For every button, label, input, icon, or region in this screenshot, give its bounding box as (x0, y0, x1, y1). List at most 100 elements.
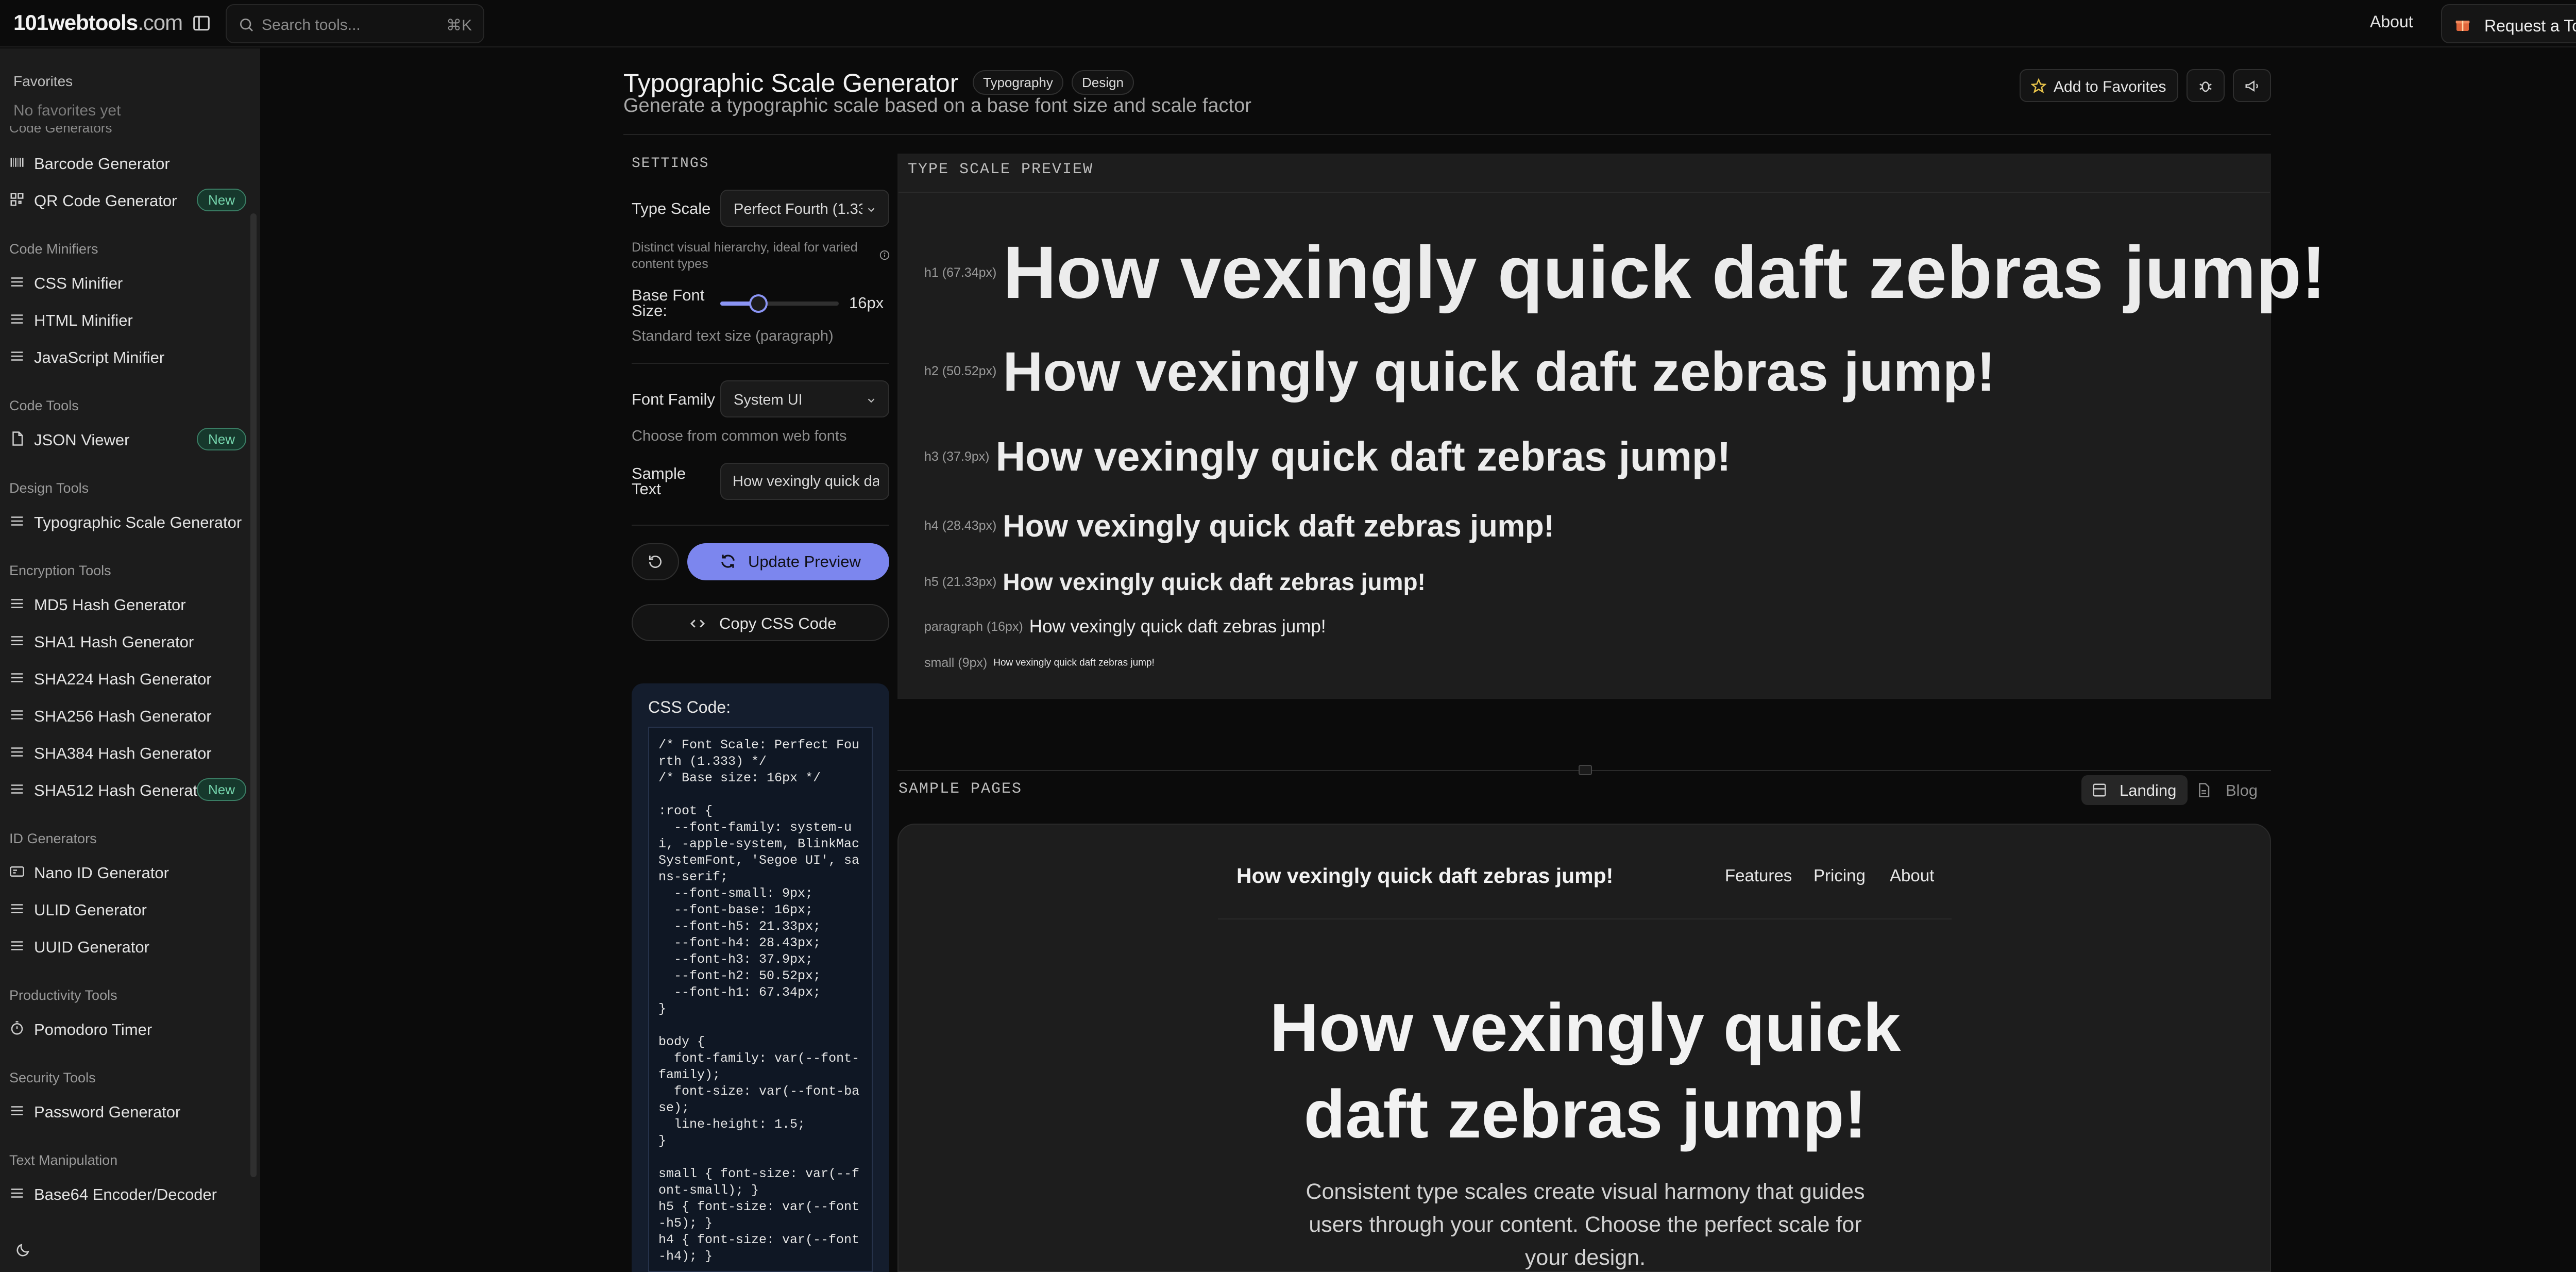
copy-css-button[interactable]: Copy CSS Code (632, 604, 889, 641)
sidebar-item-qr[interactable]: QR Code Generator New (9, 186, 246, 214)
new-badge: New (196, 778, 246, 801)
sidebar-item-js-minifier[interactable]: JavaScript Minifier (9, 342, 246, 371)
page-subtitle: Generate a typographic scale based on a … (623, 95, 1251, 116)
sidebar-item-base64[interactable]: Base64 Encoder/Decoder (9, 1179, 246, 1208)
sample-text-field[interactable] (720, 463, 889, 500)
sidebar-item-html-minifier[interactable]: HTML Minifier (9, 305, 246, 334)
info-icon[interactable] (879, 249, 890, 261)
list-icon (9, 707, 25, 723)
base-font-help: Standard text size (paragraph) (632, 328, 834, 344)
scale-row-h1: h1 (67.34px)How vexingly quick daft zebr… (924, 231, 2326, 314)
tag-design[interactable]: Design (1072, 70, 1134, 95)
settings-divider (632, 363, 889, 364)
css-code-block[interactable]: /* Font Scale: Perfect Fourth (1.333) */… (648, 727, 873, 1272)
landing-brand[interactable]: How vexingly quick daft zebras jump! (1236, 864, 1613, 888)
slider-handle[interactable] (749, 294, 768, 313)
type-scale-select[interactable]: Perfect Fourth (1.333) (720, 190, 889, 227)
scale-row-paragraph: paragraph (16px) How vexingly quick daft … (924, 616, 1326, 637)
font-family-select[interactable]: System UI (720, 380, 889, 417)
sample-text-label: Sample Text (632, 464, 686, 498)
list-icon (9, 1185, 25, 1201)
bug-icon (2198, 78, 2213, 94)
sidebar-item-css-minifier[interactable]: CSS Minifier (9, 268, 246, 297)
sidebar-item-uuid[interactable]: UUID Generator (9, 932, 246, 961)
sidebar-item-barcode[interactable]: Barcode Generator (9, 148, 246, 177)
new-badge: New (196, 428, 246, 450)
top-bar: 101webtools.com Search tools... ⌘K About… (0, 0, 2576, 47)
search-shortcut: ⌘K (446, 17, 472, 34)
sidebar-toggle-icon[interactable] (192, 13, 211, 33)
list-icon (9, 348, 25, 364)
sidebar-item-md5[interactable]: MD5 Hash Generator (9, 590, 246, 618)
site-logo[interactable]: 101webtools.com (13, 10, 183, 35)
sidebar-item-sha256[interactable]: SHA256 Hash Generator (9, 701, 246, 730)
list-icon (9, 311, 25, 327)
sidebar-item-sha1[interactable]: SHA1 Hash Generator (9, 627, 246, 656)
css-code-heading: CSS Code: (648, 698, 731, 716)
base-font-slider[interactable] (720, 294, 839, 313)
file-icon (9, 431, 25, 446)
category-code-tools: Code Tools (9, 398, 79, 413)
landing-hero-title: How vexingly quick daft zebras jump! (1269, 990, 1901, 1152)
sidebar-item-pomodoro[interactable]: Pomodoro Timer (9, 1014, 246, 1043)
feedback-button[interactable] (2233, 69, 2271, 102)
request-tool-button[interactable]: Request a Tool (2441, 4, 2576, 43)
sidebar-item-nano-id[interactable]: Nano ID Generator (9, 858, 246, 886)
moon-icon[interactable] (14, 1242, 31, 1259)
list-icon (9, 744, 25, 760)
sidebar: Favorites No favorites yet Code Generato… (0, 48, 260, 1272)
reset-button[interactable] (632, 543, 679, 580)
header-divider (623, 134, 2271, 135)
sidebar-item-json-viewer[interactable]: JSON Viewer New (9, 425, 246, 454)
scale-row-h4: h4 (28.43px) How vexingly quick daft zebr… (924, 509, 1554, 543)
sample-text-input[interactable] (733, 473, 879, 490)
css-code-panel: CSS Code: /* Font Scale: Perfect Fourth … (632, 683, 889, 1272)
landing-nav-divider (1218, 918, 1952, 919)
sidebar-item-sha512[interactable]: SHA512 Hash Generator New (9, 775, 246, 804)
scale-row-h3: h3 (37.9px) How vexingly quick daft zebra… (924, 433, 1731, 479)
category-security-tools: Security Tools (9, 1070, 96, 1085)
bug-report-button[interactable] (2187, 69, 2225, 102)
sidebar-item-typographic-scale[interactable]: Typographic Scale Generator (9, 507, 246, 536)
landing-nav-about[interactable]: About (1890, 866, 1934, 885)
barcode-icon (9, 155, 25, 170)
resize-handle[interactable] (1579, 765, 1592, 775)
landing-sample-page: How vexingly quick daft zebras jump! Fea… (897, 824, 2271, 1272)
megaphone-icon (2244, 78, 2260, 94)
favorites-title: Favorites (13, 73, 73, 89)
list-icon (9, 1103, 25, 1118)
type-scale-help: Distinct visual hierarchy, ideal for var… (632, 240, 858, 271)
sidebar-item-sha224[interactable]: SHA224 Hash Generator (9, 664, 246, 693)
sidebar-item-password[interactable]: Password Generator (9, 1097, 246, 1126)
scale-row-small: small (9px) How vexingly quick daft zebra… (924, 656, 1155, 670)
add-to-favorites-button[interactable]: Add to Favorites (2020, 69, 2178, 102)
update-preview-button[interactable]: Update Preview (687, 543, 889, 580)
type-scale-label: Type Scale (632, 199, 711, 217)
scale-row-h5: h5 (21.33px) How vexingly quick daft zebr… (924, 568, 1426, 595)
landing-description: Consistent type scales create visual har… (1306, 1179, 1865, 1270)
list-icon (9, 513, 25, 529)
search-box[interactable]: Search tools... ⌘K (226, 4, 484, 43)
preview-heading: TYPE SCALE PREVIEW (908, 161, 1094, 178)
list-icon (9, 938, 25, 953)
qr-code-icon (9, 192, 25, 207)
list-icon (9, 901, 25, 916)
new-badge: New (196, 189, 246, 211)
font-family-help: Choose from common web fonts (632, 428, 847, 444)
sidebar-item-sha384[interactable]: SHA384 Hash Generator (9, 738, 246, 767)
search-icon (238, 16, 255, 33)
tag-typography[interactable]: Typography (973, 70, 1063, 95)
sidebar-item-ulid[interactable]: ULID Generator (9, 895, 246, 924)
landing-nav-pricing[interactable]: Pricing (1814, 866, 1866, 885)
sidebar-scrollbar[interactable] (250, 213, 257, 1177)
landing-nav-features[interactable]: Features (1725, 866, 1792, 885)
tab-landing[interactable]: Landing (2081, 775, 2188, 805)
list-icon (9, 633, 25, 648)
about-link[interactable]: About (2370, 12, 2413, 31)
category-design-tools: Design Tools (9, 480, 89, 496)
star-icon (2031, 78, 2046, 94)
type-scale-preview: TYPE SCALE PREVIEW h1 (67.34px)How vexin… (897, 154, 2326, 699)
page-title: Typographic Scale Generator (623, 69, 959, 97)
list-icon (9, 274, 25, 290)
settings-divider (632, 525, 889, 526)
